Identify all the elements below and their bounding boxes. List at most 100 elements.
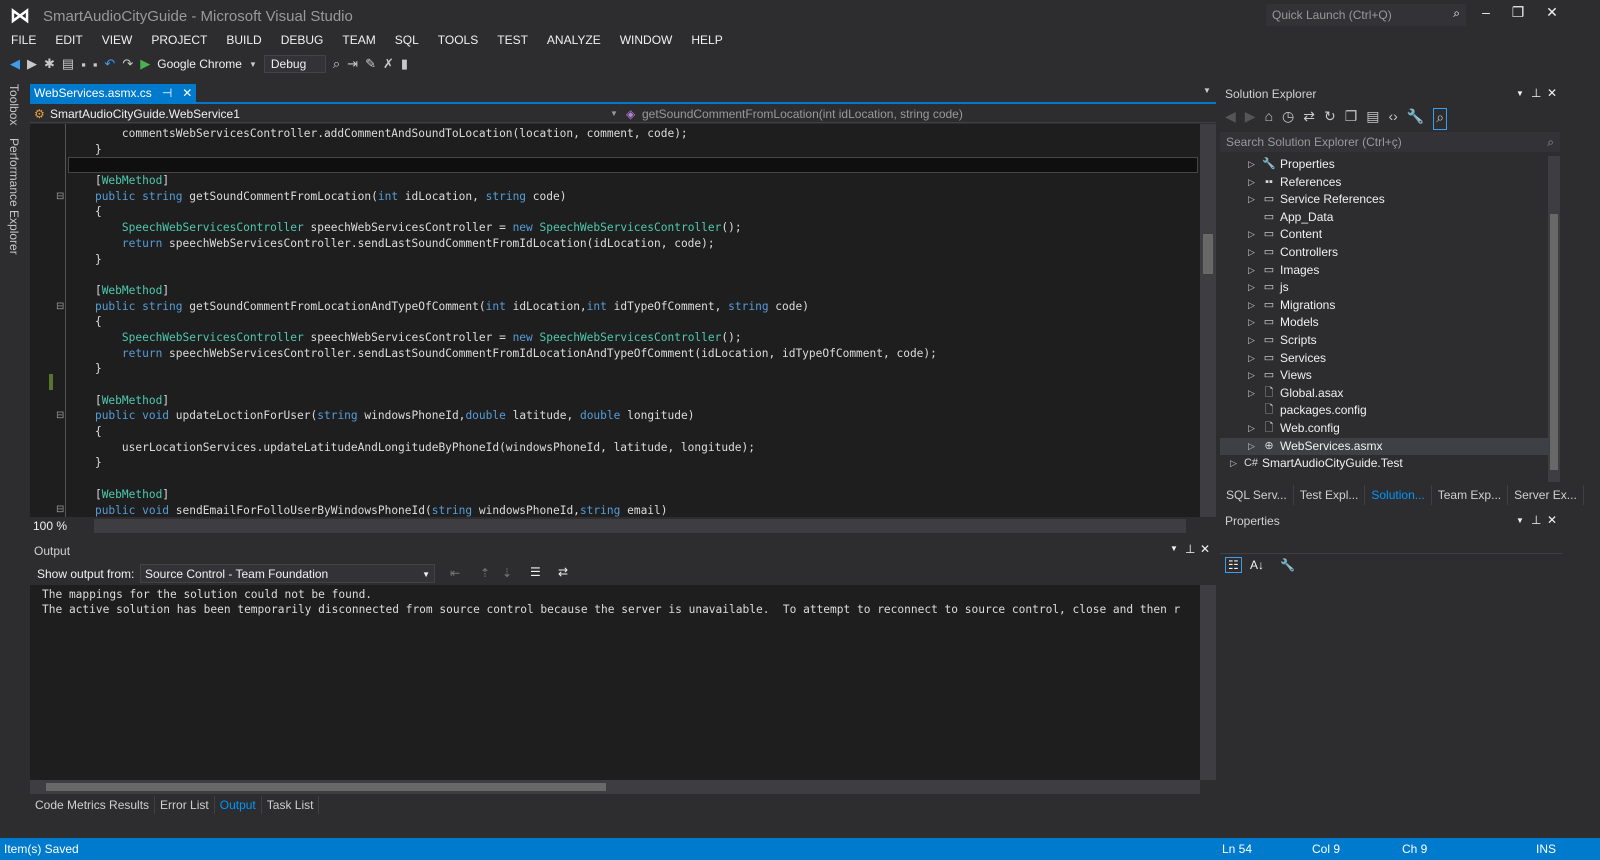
menu-tools[interactable]: TOOLS: [427, 31, 486, 49]
save-all-icon[interactable]: ▪: [93, 57, 98, 72]
forward-icon[interactable]: ▶: [1245, 108, 1256, 130]
collapse-icon[interactable]: ⊟: [56, 504, 64, 515]
bottom-tab-error-list[interactable]: Error List: [155, 796, 215, 814]
tree-item[interactable]: ▭ App_Data: [1220, 209, 1548, 227]
restore-button[interactable]: ❐: [1504, 4, 1532, 21]
tree-item[interactable]: ▷ ▭ Models: [1220, 314, 1548, 332]
tree-item[interactable]: ▷ 🔧 Properties: [1220, 156, 1548, 174]
pin-icon[interactable]: ⊥: [1185, 542, 1195, 556]
run-target-button[interactable]: Google Chrome: [157, 57, 242, 71]
quick-launch-input[interactable]: Quick Launch (Ctrl+Q) ⌕: [1266, 4, 1466, 26]
expand-arrow-icon[interactable]: ▷: [1248, 297, 1260, 315]
menu-sql[interactable]: SQL: [384, 31, 427, 49]
tree-item[interactable]: ▷ ▭ Migrations: [1220, 297, 1548, 315]
code-editor[interactable]: ⊟ ⊟ ⊟ ⊟ commentsWebServicesController.ad…: [30, 124, 1200, 517]
tree-item[interactable]: ▷ ▭ js: [1220, 279, 1548, 297]
menu-help[interactable]: HELP: [680, 31, 730, 49]
menu-view[interactable]: VIEW: [91, 31, 141, 49]
scroll-thumb[interactable]: [46, 783, 606, 791]
categorized-icon[interactable]: ☷: [1225, 557, 1242, 573]
expand-arrow-icon[interactable]: ▷: [1248, 262, 1260, 280]
go-to-icon[interactable]: ⇡: [480, 566, 490, 580]
member-dropdown[interactable]: getSoundCommentFromLocation(int idLocati…: [642, 107, 963, 121]
close-button[interactable]: ✕: [1538, 4, 1566, 21]
tree-item[interactable]: ▷ 🗋 Web.config: [1220, 420, 1548, 438]
open-file-icon[interactable]: ▤: [62, 56, 74, 72]
output-vertical-scrollbar[interactable]: [1200, 585, 1216, 780]
collapse-icon[interactable]: ⊟: [56, 410, 64, 421]
save-icon[interactable]: ▪: [81, 57, 86, 72]
uncomment-icon[interactable]: ✗: [383, 56, 394, 72]
expand-arrow-icon[interactable]: ▷: [1248, 244, 1260, 262]
bottom-tab-task-list[interactable]: Task List: [262, 796, 320, 814]
configuration-dropdown[interactable]: Debug: [263, 55, 326, 73]
close-tab-icon[interactable]: ✕: [182, 86, 192, 101]
class-dropdown[interactable]: SmartAudioCityGuide.WebService1: [50, 107, 240, 121]
collapse-all-icon[interactable]: ❐: [1345, 108, 1358, 130]
close-icon[interactable]: ✕: [1200, 542, 1210, 556]
find-icon[interactable]: ⌕: [333, 56, 340, 72]
expand-arrow-icon[interactable]: ▷: [1248, 226, 1260, 244]
expand-arrow-icon[interactable]: ▷: [1248, 420, 1260, 438]
output-source-dropdown[interactable]: Source Control - Team Foundation ▼: [140, 564, 435, 583]
expand-arrow-icon[interactable]: ▷: [1248, 367, 1260, 385]
pending-changes-icon[interactable]: ◷: [1282, 108, 1294, 130]
solution-scrollbar[interactable]: [1548, 156, 1560, 482]
close-icon[interactable]: ✕: [1547, 513, 1557, 527]
expand-arrow-icon[interactable]: ▷: [1248, 156, 1260, 174]
refresh-icon[interactable]: ↻: [1324, 108, 1336, 130]
chevron-down-icon[interactable]: ▼: [1516, 516, 1524, 525]
tree-item[interactable]: ▷ C# SmartAudioCityGuide.Test: [1220, 455, 1548, 473]
start-icon[interactable]: ▶: [140, 56, 150, 72]
expand-arrow-icon[interactable]: ▷: [1248, 332, 1260, 350]
redo-icon[interactable]: ↷: [122, 56, 133, 72]
document-list-icon[interactable]: ▼: [1203, 86, 1211, 95]
toolbox-tab[interactable]: Toolbox: [7, 84, 21, 125]
tree-item[interactable]: ▷ 🗋 Global.asax: [1220, 385, 1548, 403]
back-icon[interactable]: ◀: [10, 56, 20, 72]
tree-item[interactable]: ▷ ▭ Images: [1220, 262, 1548, 280]
menu-analyze[interactable]: ANALYZE: [536, 31, 609, 49]
indent-icon[interactable]: ⇥: [347, 56, 358, 72]
alphabetical-icon[interactable]: A↓: [1250, 558, 1264, 572]
tree-item[interactable]: ▷ ▪▪ References: [1220, 174, 1548, 192]
back-icon[interactable]: ◀: [1225, 108, 1236, 130]
comment-icon[interactable]: ✎: [365, 56, 376, 72]
tree-item[interactable]: ▷ ▭ Content: [1220, 226, 1548, 244]
bookmark-icon[interactable]: ▮: [401, 56, 408, 72]
properties-wrench-icon[interactable]: 🔧: [1407, 108, 1424, 130]
tree-item[interactable]: ▷ ▭ Services: [1220, 350, 1548, 368]
next-icon[interactable]: ⇣: [502, 566, 512, 580]
menu-team[interactable]: TEAM: [331, 31, 383, 49]
chevron-down-icon[interactable]: ▼: [249, 60, 257, 69]
panel-tab[interactable]: Test Expl...: [1294, 485, 1366, 505]
expand-arrow-icon[interactable]: ▷: [1248, 279, 1260, 297]
chevron-down-icon[interactable]: ▼: [1516, 89, 1524, 98]
close-icon[interactable]: ✕: [1547, 86, 1557, 100]
solution-search-input[interactable]: Search Solution Explorer (Ctrl+ç) ⌕: [1220, 132, 1560, 152]
menu-test[interactable]: TEST: [486, 31, 536, 49]
bottom-tab-code-metrics-results[interactable]: Code Metrics Results: [30, 796, 156, 814]
object-selector-dropdown[interactable]: [1220, 532, 1562, 554]
sync-icon[interactable]: ⇄: [1303, 108, 1315, 130]
tree-item[interactable]: ▷ ▭ Views: [1220, 367, 1548, 385]
bottom-tab-output[interactable]: Output: [215, 796, 262, 814]
preview-selected-icon[interactable]: ⌕: [1433, 108, 1448, 130]
panel-tab[interactable]: Server Ex...: [1508, 485, 1584, 505]
document-tab-webservices[interactable]: WebServices.asmx.cs ⊣ ✕: [30, 84, 197, 103]
expand-arrow-icon[interactable]: ▷: [1248, 438, 1260, 456]
editor-vertical-scrollbar[interactable]: [1200, 124, 1216, 517]
panel-tab[interactable]: Team Exp...: [1432, 485, 1509, 505]
performance-explorer-tab[interactable]: Performance Explorer: [7, 138, 21, 255]
previous-message-icon[interactable]: ⇤: [450, 566, 460, 580]
forward-icon[interactable]: ▶: [27, 56, 37, 72]
zoom-level-dropdown[interactable]: 100 %: [33, 519, 67, 533]
word-wrap-icon[interactable]: ⇄: [558, 565, 568, 579]
property-pages-icon[interactable]: 🔧: [1280, 558, 1295, 572]
home-icon[interactable]: ⌂: [1265, 108, 1273, 130]
tree-item[interactable]: 🗋 packages.config: [1220, 402, 1548, 420]
pin-icon[interactable]: ⊣: [162, 86, 172, 101]
editor-horizontal-scrollbar[interactable]: [94, 519, 1186, 533]
menu-debug[interactable]: DEBUG: [270, 31, 332, 49]
tree-item[interactable]: ▷ ⊕ WebServices.asmx: [1220, 437, 1548, 456]
